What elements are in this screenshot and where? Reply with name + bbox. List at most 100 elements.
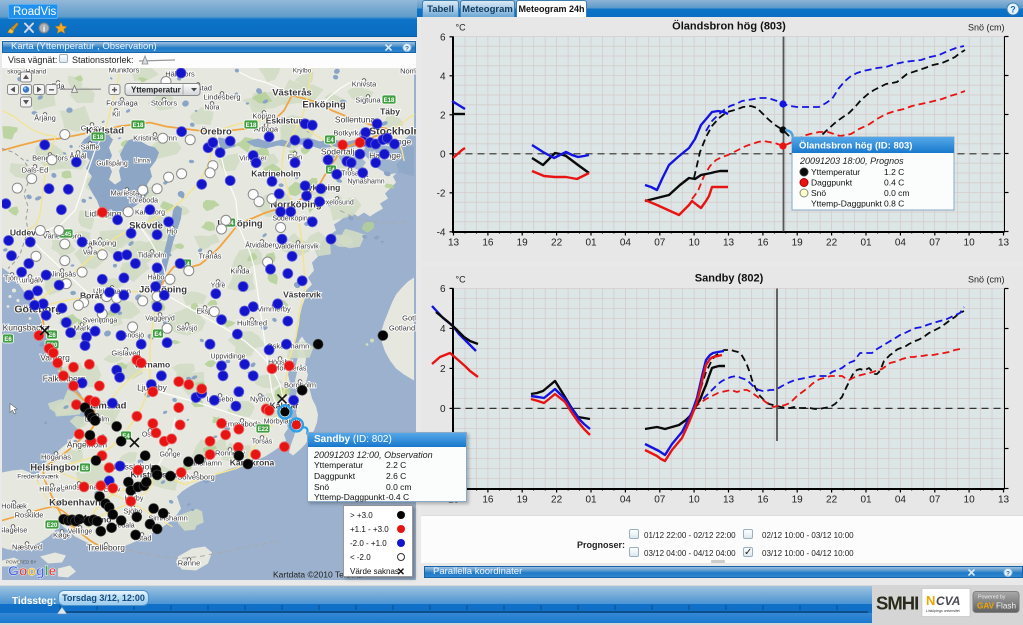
svg-text:Åtvidaberg: Åtvidaberg — [245, 240, 279, 249]
svg-text:E6: E6 — [48, 333, 56, 339]
svg-text:Nybro: Nybro — [250, 394, 270, 403]
svg-text:E22: E22 — [258, 427, 269, 433]
svg-text:4: 4 — [440, 71, 446, 82]
svg-text:2: 2 — [440, 364, 446, 375]
svg-text:04: 04 — [895, 238, 907, 249]
svg-text:22: 22 — [551, 238, 563, 249]
svg-text:13: 13 — [998, 238, 1010, 249]
svg-text:Nom: Nom — [400, 68, 416, 76]
svg-text:Sävsjö: Sävsjö — [176, 325, 197, 332]
svg-text:Nynäshamn: Nynäshamn — [347, 178, 384, 185]
svg-text:Slagelse: Slagelse — [2, 525, 27, 534]
svg-text:°C: °C — [456, 275, 467, 285]
svg-text:04: 04 — [895, 495, 907, 506]
svg-text:Trosa: Trosa — [341, 170, 359, 177]
svg-text:?: ? — [1010, 5, 1016, 15]
svg-text:Knivsta: Knivsta — [352, 79, 377, 88]
svg-text:0.4 C: 0.4 C — [884, 178, 904, 188]
svg-text:22: 22 — [826, 238, 838, 249]
svg-text:16: 16 — [482, 238, 494, 249]
svg-text:Ölandsbron hög (ID: 803): Ölandsbron hög (ID: 803) — [799, 141, 912, 152]
svg-text:Falköping: Falköping — [84, 238, 117, 247]
svg-text:Ydre: Ydre — [211, 282, 226, 289]
svg-text:19: 19 — [517, 238, 529, 249]
svg-text:Torsås: Torsås — [252, 437, 273, 445]
svg-text:2: 2 — [440, 110, 446, 121]
svg-text:Enköping: Enköping — [302, 99, 345, 110]
svg-text:Linköpings universitet: Linköpings universitet — [926, 609, 960, 613]
svg-text:i: i — [43, 24, 45, 34]
svg-text:Yttemp-Daggpunkt: Yttemp-Daggpunkt — [811, 199, 883, 209]
svg-text:Powered by: Powered by — [978, 595, 1006, 601]
svg-text:GAV: GAV — [977, 602, 995, 611]
svg-text:-4: -4 — [437, 227, 446, 238]
svg-text:04: 04 — [620, 238, 632, 249]
svg-text:Nora: Nora — [204, 104, 219, 111]
svg-text:Gotl: Gotl — [402, 313, 416, 322]
svg-text:Yttemperatur: Yttemperatur — [811, 167, 860, 177]
svg-text:Lindesberg: Lindesberg — [203, 92, 240, 101]
svg-text:Forshaga: Forshaga — [106, 98, 139, 107]
svg-text:13: 13 — [723, 238, 735, 249]
svg-text:10: 10 — [964, 495, 976, 506]
svg-text:10: 10 — [689, 495, 701, 506]
svg-text:Höganäs: Höganäs — [41, 452, 71, 461]
svg-text:4: 4 — [440, 324, 446, 335]
svg-text:Vara: Vara — [83, 249, 97, 256]
svg-text:07: 07 — [929, 238, 941, 249]
svg-text:Rønne: Rønne — [178, 558, 201, 567]
svg-text:01: 01 — [585, 495, 597, 506]
svg-text:Västervik: Västervik — [283, 289, 321, 299]
svg-text:0: 0 — [440, 149, 446, 160]
svg-text:07: 07 — [654, 495, 666, 506]
svg-text:skog: skog — [7, 68, 21, 75]
svg-text:22: 22 — [826, 495, 838, 506]
svg-text:CVA: CVA — [936, 594, 960, 608]
svg-text:22: 22 — [551, 495, 563, 506]
svg-text:Linna: Linna — [134, 157, 150, 164]
svg-text:E18: E18 — [246, 123, 257, 129]
svg-text:Kil: Kil — [112, 111, 120, 118]
svg-text:Roskilde: Roskilde — [15, 510, 44, 519]
svg-text:Västerås: Västerås — [272, 87, 312, 98]
svg-text:?: ? — [405, 45, 409, 52]
svg-text:Kinda: Kinda — [230, 266, 250, 275]
svg-text:13: 13 — [998, 495, 1010, 506]
svg-text:Google: Google — [8, 562, 56, 578]
svg-text:Täby: Täby — [380, 106, 400, 116]
svg-text:°C: °C — [456, 23, 467, 33]
svg-text:Sandby (802): Sandby (802) — [695, 273, 764, 285]
svg-text:Valdemarsvik: Valdemarsvik — [277, 243, 319, 250]
svg-text:Töreboda: Töreboda — [128, 197, 158, 204]
svg-text:Säffle: Säffle — [80, 142, 99, 151]
svg-text:E18: E18 — [93, 135, 104, 141]
svg-text:Snö (cm): Snö (cm) — [968, 23, 1005, 33]
svg-text:Hjo: Hjo — [167, 228, 178, 235]
svg-text:16: 16 — [757, 238, 769, 249]
svg-text:19: 19 — [792, 495, 804, 506]
svg-text:Holbæk: Holbæk — [2, 501, 27, 510]
svg-text:E18: E18 — [384, 98, 395, 104]
svg-text:0.8 C: 0.8 C — [884, 199, 904, 209]
svg-text:0.0 cm: 0.0 cm — [884, 188, 910, 198]
svg-text:Uppvidinge: Uppvidinge — [210, 353, 245, 360]
svg-text:1.2 C: 1.2 C — [884, 167, 904, 177]
svg-text:19: 19 — [517, 495, 529, 506]
svg-text:E6: E6 — [4, 337, 12, 343]
svg-text:Örebro: Örebro — [200, 126, 232, 137]
svg-text:Vaggeryd: Vaggeryd — [145, 315, 175, 322]
svg-text:N: N — [926, 593, 935, 608]
svg-text:20091203 18:00, Prognos: 20091203 18:00, Prognos — [799, 156, 904, 166]
svg-text:Mark: Mark — [74, 323, 91, 332]
svg-text:SMHI: SMHI — [876, 593, 918, 614]
svg-text:Helsingborg: Helsingborg — [30, 462, 86, 473]
svg-text:16: 16 — [757, 495, 769, 506]
svg-text:?: ? — [1006, 570, 1010, 577]
svg-text:Oxelösund: Oxelösund — [320, 199, 354, 206]
svg-text:01: 01 — [860, 495, 872, 506]
svg-text:01: 01 — [860, 238, 872, 249]
svg-text:Frederiksværk: Frederiksværk — [17, 473, 59, 480]
svg-text:0: 0 — [440, 404, 446, 415]
svg-text:Habo: Habo — [148, 274, 165, 281]
svg-text:Snö (cm): Snö (cm) — [968, 275, 1005, 285]
